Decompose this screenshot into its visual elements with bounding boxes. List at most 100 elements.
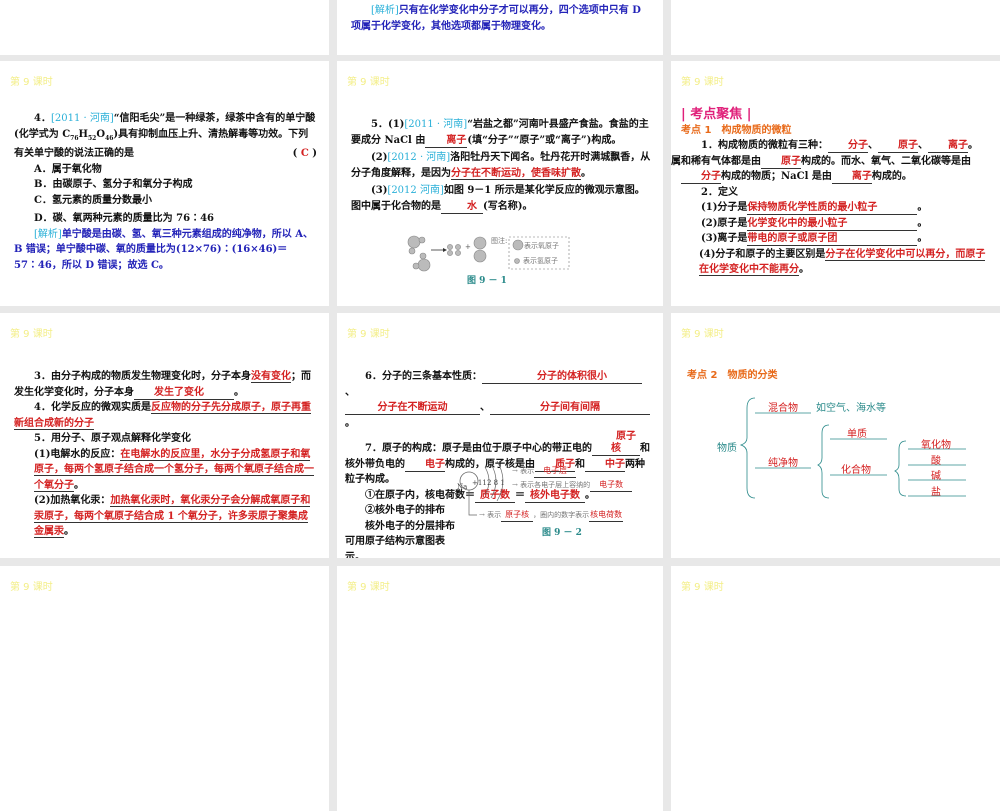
- t: 核外电子的分层排布可用原子结构示意图表示。: [345, 520, 455, 559]
- lesson-label: 第 9 课时: [10, 582, 53, 593]
- slide-thumbnail[interactable]: 第 9 课时: [0, 566, 329, 811]
- t: (填“分子”“原子”或“离子”)构成。: [467, 134, 622, 146]
- t: 3．由分子构成的物质发生物理变化时，分子本身: [34, 371, 251, 382]
- answer-blank: 中子: [585, 459, 625, 472]
- key-points-1: | 考点聚焦 | 考点 1 构成物质的微粒 1．构成物质的微粒有三种： 分子、 原子…: [671, 107, 988, 278]
- slide-thumbnail[interactable]: 第 9 课时: [671, 566, 1000, 811]
- t: ，圈内的数字表示: [533, 511, 590, 519]
- answer-blank: 分子: [681, 171, 721, 184]
- plus-sign: +: [465, 243, 471, 251]
- tree-leaf: 酸: [931, 456, 941, 467]
- t: 构成的。: [871, 171, 912, 182]
- t: (2): [371, 152, 388, 163]
- slide-thumbnail[interactable]: [0, 0, 329, 55]
- t: 表示: [520, 467, 535, 475]
- shell-electrons: 2 8 1: [487, 479, 505, 487]
- el: H: [78, 128, 88, 140]
- answer-blank: 原子核: [591, 431, 640, 456]
- tree-node-pure: 纯净物: [768, 458, 798, 469]
- answer-blank: 分子间有间隔: [490, 402, 650, 415]
- answer-blank: 电子数: [590, 479, 633, 492]
- lesson-label: 第 9 课时: [347, 582, 390, 593]
- answer-blank: 原子核: [501, 509, 534, 522]
- analysis-tag: [解析]: [34, 228, 62, 240]
- tree-leaf: 盐: [931, 487, 941, 498]
- annotation-3: → 表示 原子核 ，圈内的数字表示核电荷数: [479, 509, 624, 522]
- question-4: 4．[2011 · 河南]“信阳毛尖”是一种绿茶，绿茶中含有的单宁酸(化学式为 …: [14, 111, 317, 273]
- annotation-2: → 表示各电子层上容纳的 电子数: [512, 479, 633, 492]
- slide-thumbnail[interactable]: 第 9 课时 3．由分子构成的物质发生物理变化时，分子本身没有变化；而发生化学变…: [0, 313, 329, 558]
- t: 。: [917, 202, 928, 213]
- answer-blank: 离子: [927, 140, 968, 153]
- lesson-label: 第 9 课时: [10, 329, 53, 340]
- t: (2)原子是: [701, 217, 748, 229]
- answer-blank: 核电荷数: [589, 509, 624, 522]
- source-tag: [2011 · 河南]: [404, 119, 468, 130]
- tree-example: 如空气、海水等: [816, 403, 886, 414]
- answer-blank: 带电的原子或原子团: [747, 233, 918, 246]
- sub: 76: [70, 134, 79, 142]
- t: (1)分子是: [701, 202, 748, 213]
- answer-blank: 分子在不断运动，使香味扩散: [451, 167, 581, 180]
- paren: (: [292, 148, 298, 159]
- answer-blank: 原子: [877, 140, 918, 153]
- answer-blank: 离子: [831, 171, 872, 184]
- answer: C: [300, 148, 309, 159]
- t: 4．化学反应的微观实质是: [34, 402, 151, 413]
- t: (4)分子和原子的主要区别是: [699, 248, 826, 260]
- answer-blank: 电子: [405, 459, 445, 472]
- t: 表示: [487, 511, 502, 519]
- t: (3): [371, 185, 388, 196]
- slide-thumbnail[interactable]: 第 9 课时 4．[2011 · 河南]“信阳毛尖”是一种绿茶，绿茶中含有的单宁…: [0, 61, 329, 306]
- analysis-tag: [解析]: [371, 5, 399, 16]
- tree-node-element: 单质: [847, 429, 867, 440]
- t: 。: [581, 167, 591, 179]
- slide-thumbnail[interactable]: 第 9 课时 6．分子的三条基本性质： 分子的体积很小、 分子在不断运动、分子间有…: [337, 313, 663, 558]
- tree-root: 物质: [717, 443, 737, 454]
- t: 构成的。而水、氧气、二氧化碳等是由: [801, 155, 971, 167]
- t: 。: [64, 526, 74, 537]
- option-d: D．碳、氧两种元素的质量比为 76∶46: [34, 213, 214, 224]
- t: 。: [74, 479, 84, 491]
- legend-oxygen: 表示氧原子: [524, 242, 559, 250]
- legend-hydrogen: 表示氢原子: [523, 257, 558, 265]
- answer-blank: 没有变化: [250, 371, 291, 383]
- t: 5．用分子、原子观点解释化学变化: [34, 433, 191, 444]
- t: 。: [234, 386, 244, 398]
- slide-thumbnail[interactable]: 第 9 课时: [337, 566, 663, 811]
- tree-leaf: 氧化物: [921, 440, 951, 451]
- lesson-label: 第 9 课时: [681, 582, 724, 593]
- question-5: 5．(1)[2011 · 河南]“岩盐之都”河南叶县盛产食盐。食盐的主要成分 N…: [351, 117, 651, 214]
- t: 表示各电子层上容纳的: [520, 481, 591, 489]
- answer-blank: 分子: [827, 140, 868, 153]
- lesson-label: 第 9 课时: [681, 77, 724, 88]
- answer-blank: 化学变化中的最小粒子: [747, 218, 918, 231]
- key-point-heading: 考点 1 构成物质的微粒: [681, 124, 792, 136]
- answer-blank: 保持物质化学性质的最小粒子: [747, 202, 918, 215]
- paren: ): [312, 148, 317, 159]
- slide-thumbnail[interactable]: 第 9 课时 5．(1)[2011 · 河南]“岩盐之都”河南叶县盛产食盐。食盐…: [337, 61, 663, 306]
- nucleus-charge: +11: [472, 479, 487, 487]
- lesson-label: 第 9 课时: [347, 329, 390, 340]
- t: 、: [480, 402, 490, 413]
- t: 5．(1): [371, 119, 405, 130]
- analysis-text: [解析]只有在化学变化中分子才可以再分，四个选项中只有 D 项属于化学变化，其他…: [351, 3, 651, 34]
- t: (1)电解水的反应：: [34, 448, 121, 460]
- section-title: | 考点聚焦 |: [681, 107, 752, 122]
- t: 7．原子的构成：原子是由位于原子中心的带正电的: [365, 443, 592, 454]
- element-symbol: Na: [457, 483, 468, 491]
- t: 和: [575, 458, 585, 470]
- el: O: [96, 128, 106, 140]
- answer-blank: 分子的体积很小: [481, 371, 642, 384]
- t: 。: [917, 217, 928, 229]
- option-c: C．氢元素的质量分数最小: [34, 194, 152, 206]
- slide-thumbnail[interactable]: 第 9 课时 考点 2 物质的分类 物质 混合物 如空气、海水等 纯净物 单质 …: [671, 313, 1000, 558]
- slide-thumbnail[interactable]: [671, 0, 1000, 55]
- slide-thumbnail[interactable]: 第 9 课时 | 考点聚焦 | 考点 1 构成物质的微粒 1．构成物质的微粒有三…: [671, 61, 1000, 306]
- source-tag: [2012 河南]: [387, 185, 444, 196]
- t: 。: [967, 140, 978, 151]
- option-b: B．由碳原子、氢分子和氧分子构成: [34, 179, 193, 190]
- slide-thumbnail[interactable]: [解析]只有在化学变化中分子才可以再分，四个选项中只有 D 项属于化学变化，其他…: [337, 0, 663, 55]
- answer-blank: 分子在不断运动: [345, 402, 480, 415]
- lesson-label: 第 9 课时: [347, 77, 390, 88]
